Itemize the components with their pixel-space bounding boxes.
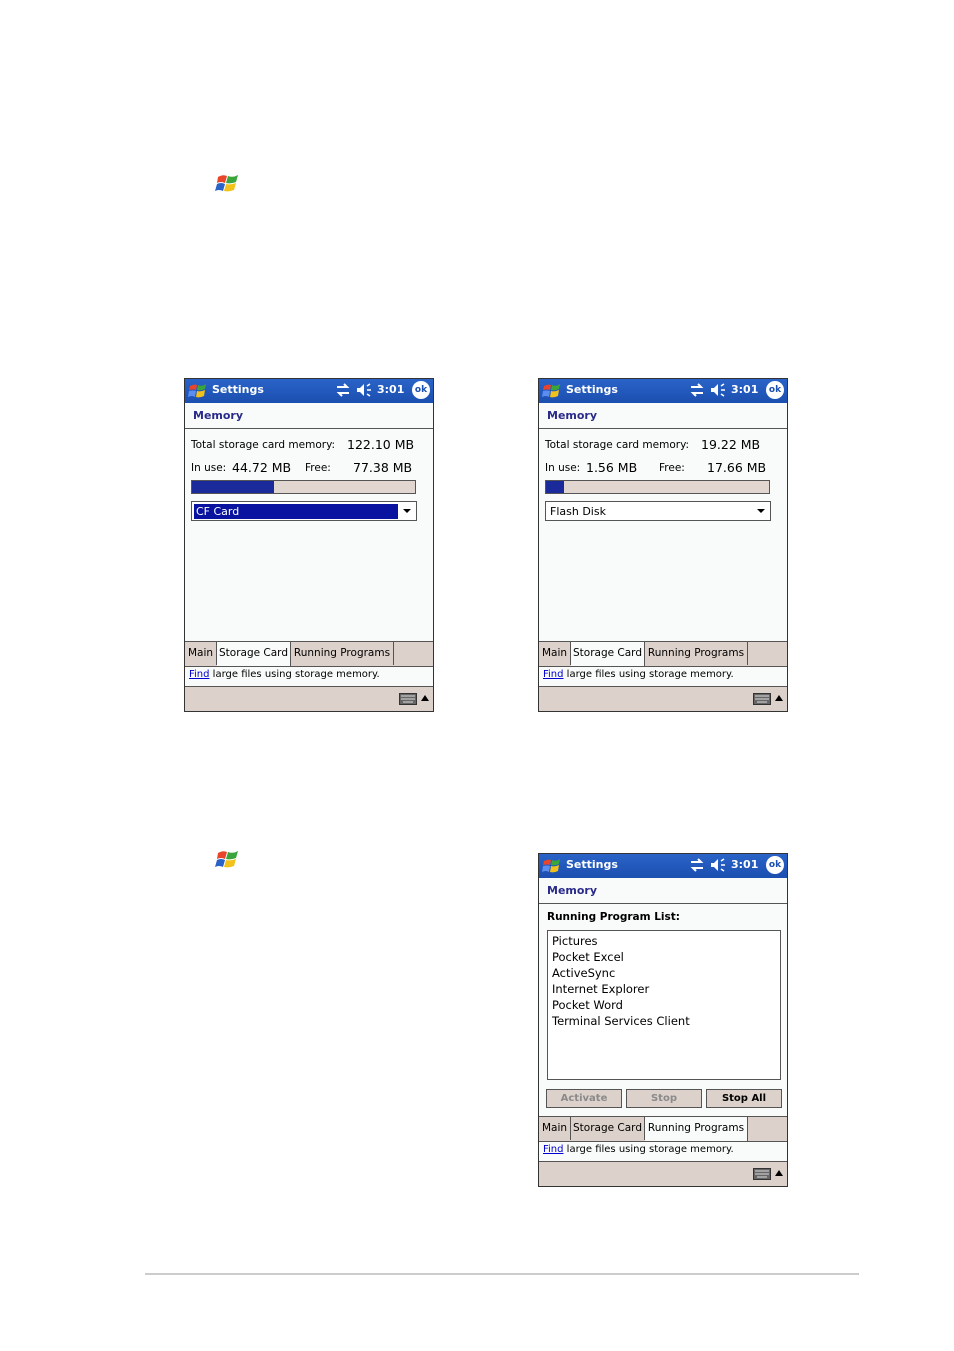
window-title: Settings: [566, 383, 618, 396]
tab-storage-card[interactable]: Storage Card: [571, 1117, 645, 1140]
keyboard-icon[interactable]: [753, 1168, 771, 1180]
sip-up-arrow-icon[interactable]: [775, 1170, 783, 1176]
storage-card-select-value: CF Card: [194, 504, 398, 519]
inuse-label: In use:: [545, 462, 581, 474]
window-title: Settings: [212, 383, 264, 396]
tab-running-programs[interactable]: Running Programs: [291, 642, 394, 665]
find-text: large files using storage memory.: [563, 1144, 734, 1155]
inuse-value: 44.72 MB: [232, 460, 292, 475]
total-value: 19.22 MB: [701, 437, 761, 452]
activate-button[interactable]: Activate: [546, 1089, 622, 1108]
find-line: Find large files using storage memory.: [189, 669, 380, 680]
windows-start-icon[interactable]: [542, 381, 562, 401]
find-link[interactable]: Find: [189, 669, 210, 680]
dropdown-arrow-icon[interactable]: [400, 504, 414, 518]
storage-card-select[interactable]: CF Card: [191, 501, 417, 521]
list-item[interactable]: Terminal Services Client: [552, 1013, 776, 1029]
tab-running-programs[interactable]: Running Programs: [645, 642, 748, 665]
pocketpc-screen-running-programs: Settings 3:01 ok Memory Running Program …: [538, 853, 788, 1187]
tab-strip: Main Storage Card Running Programs: [185, 641, 433, 667]
keyboard-icon[interactable]: [753, 693, 771, 705]
sip-up-arrow-icon[interactable]: [775, 695, 783, 701]
list-item[interactable]: Pocket Word: [552, 997, 776, 1013]
sync-icon[interactable]: [335, 382, 351, 398]
footer-divider: [145, 1273, 859, 1275]
title-bar: Settings 3:01 ok: [185, 379, 433, 403]
clock[interactable]: 3:01: [731, 858, 758, 871]
speaker-icon[interactable]: [709, 382, 727, 398]
page-header: Memory: [539, 403, 787, 429]
tab-running-programs[interactable]: Running Programs: [645, 1117, 748, 1141]
command-bar: [539, 1161, 787, 1186]
stop-all-button[interactable]: Stop All: [706, 1089, 782, 1108]
dropdown-arrow-icon[interactable]: [754, 504, 768, 518]
command-bar: [539, 686, 787, 711]
title-bar: Settings 3:01 ok: [539, 379, 787, 403]
find-text: large files using storage memory.: [563, 669, 734, 680]
ok-icon[interactable]: ok: [412, 381, 430, 399]
usage-bar: [545, 480, 770, 494]
list-item[interactable]: Pictures: [552, 933, 776, 949]
usage-bar-fill: [546, 481, 565, 493]
window-title: Settings: [566, 858, 618, 871]
total-label: Total storage card memory:: [545, 439, 690, 451]
storage-card-select-value: Flash Disk: [550, 505, 606, 518]
sip-up-arrow-icon[interactable]: [421, 695, 429, 701]
total-value: 122.10 MB: [347, 437, 415, 452]
inuse-label: In use:: [191, 462, 227, 474]
clock[interactable]: 3:01: [731, 383, 758, 396]
pocketpc-screen-flash-disk: Settings 3:01 ok Memory Total storage ca…: [538, 378, 788, 712]
tab-storage-card[interactable]: Storage Card: [217, 642, 291, 666]
tab-main[interactable]: Main: [185, 642, 217, 665]
windows-start-icon: [215, 851, 238, 868]
keyboard-icon[interactable]: [399, 693, 417, 705]
list-item[interactable]: ActiveSync: [552, 965, 776, 981]
ok-icon[interactable]: ok: [766, 381, 784, 399]
storage-card-select[interactable]: Flash Disk: [545, 501, 771, 521]
pocketpc-screen-cf-card: Settings 3:01 ok Memory Total storage ca…: [184, 378, 434, 712]
find-link[interactable]: Find: [543, 669, 564, 680]
running-list-title: Running Program List:: [547, 911, 680, 923]
stop-button[interactable]: Stop: [626, 1089, 702, 1108]
tab-storage-card[interactable]: Storage Card: [571, 642, 645, 666]
sync-icon[interactable]: [689, 857, 705, 873]
title-bar: Settings 3:01 ok: [539, 854, 787, 878]
find-text: large files using storage memory.: [209, 669, 380, 680]
usage-bar: [191, 480, 416, 494]
page-header: Memory: [185, 403, 433, 429]
inuse-value: 1.56 MB: [586, 460, 638, 475]
speaker-icon[interactable]: [709, 857, 727, 873]
clock[interactable]: 3:01: [377, 383, 404, 396]
free-label: Free:: [659, 462, 685, 474]
tab-strip: Main Storage Card Running Programs: [539, 1116, 787, 1142]
command-bar: [185, 686, 433, 711]
speaker-icon[interactable]: [355, 382, 373, 398]
list-item[interactable]: Internet Explorer: [552, 981, 776, 997]
tab-strip: Main Storage Card Running Programs: [539, 641, 787, 667]
free-label: Free:: [305, 462, 331, 474]
page-header: Memory: [539, 878, 787, 904]
windows-start-icon[interactable]: [542, 856, 562, 876]
usage-bar-fill: [192, 481, 274, 493]
free-value: 77.38 MB: [353, 460, 413, 475]
find-line: Find large files using storage memory.: [543, 1144, 734, 1155]
find-line: Find large files using storage memory.: [543, 669, 734, 680]
sync-icon[interactable]: [689, 382, 705, 398]
find-link[interactable]: Find: [543, 1144, 564, 1155]
total-label: Total storage card memory:: [191, 439, 336, 451]
ok-icon[interactable]: ok: [766, 856, 784, 874]
running-program-list[interactable]: Pictures Pocket Excel ActiveSync Interne…: [547, 930, 781, 1080]
free-value: 17.66 MB: [707, 460, 767, 475]
tab-main[interactable]: Main: [539, 642, 571, 665]
windows-start-icon: [215, 175, 238, 192]
list-item[interactable]: Pocket Excel: [552, 949, 776, 965]
windows-start-icon[interactable]: [188, 381, 208, 401]
tab-main[interactable]: Main: [539, 1117, 571, 1140]
